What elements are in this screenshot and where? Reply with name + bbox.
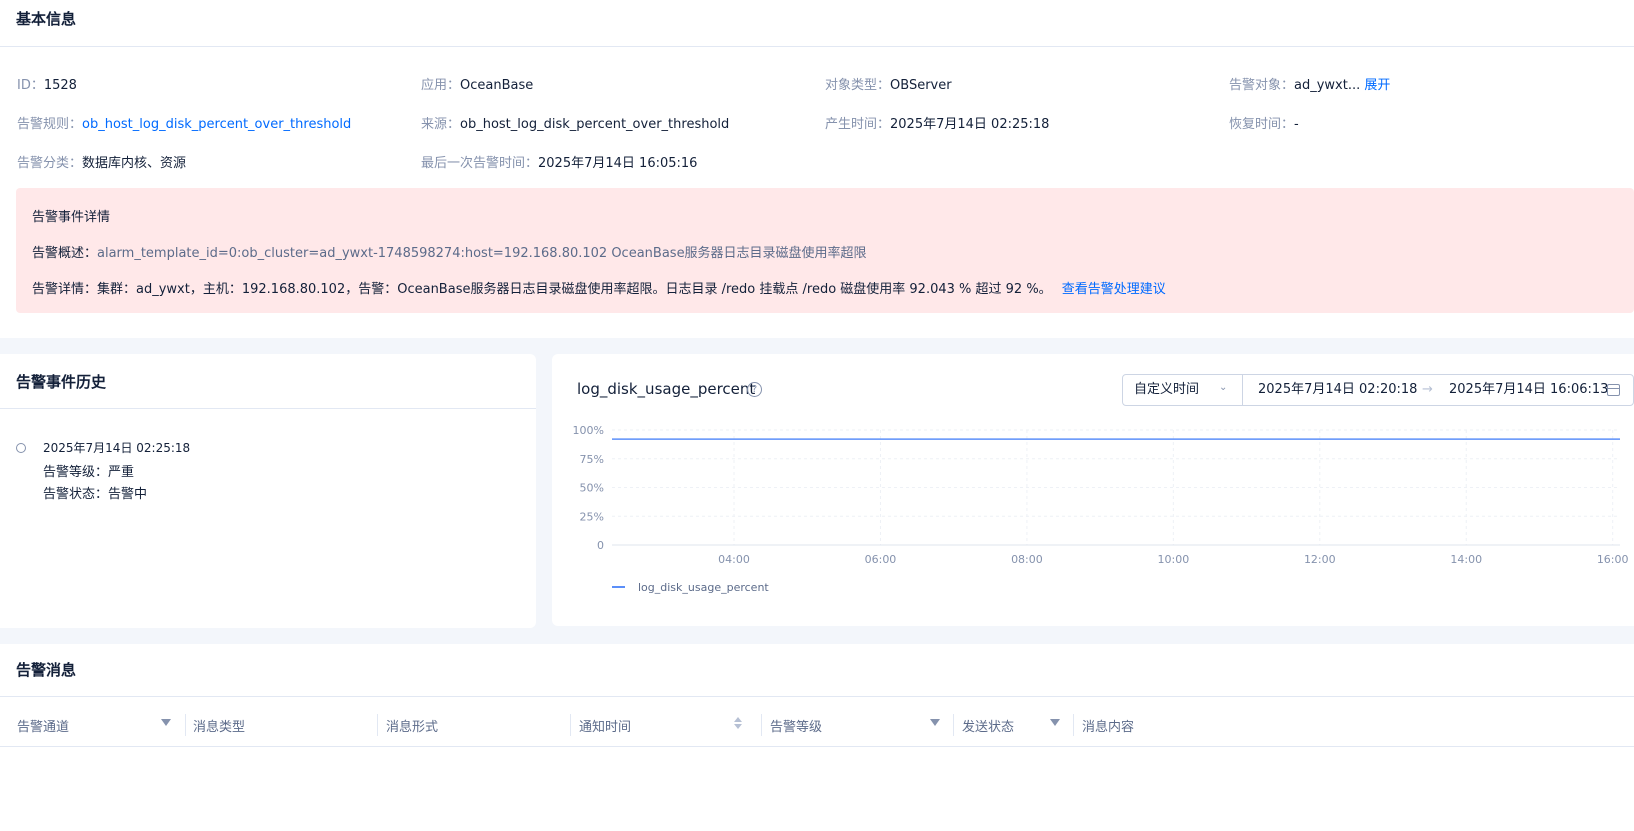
x-tick-label: 06:00 — [865, 553, 897, 566]
rule-label: 告警规则： — [17, 117, 83, 132]
col-alert-level: 告警等级 — [770, 720, 823, 735]
basic-info-title: 基本信息 — [16, 10, 77, 28]
divider — [0, 408, 536, 409]
level-label: 告警等级： — [43, 465, 109, 480]
app-value: OceanBase — [460, 78, 534, 93]
summary-value: alarm_template_id=0:ob_cluster=ad_ywxt-1… — [97, 246, 867, 261]
column-separator — [377, 714, 378, 736]
table-header-bottom — [0, 746, 1634, 747]
filter-icon[interactable] — [1050, 719, 1060, 726]
col-message-form: 消息形式 — [386, 720, 439, 735]
x-tick-label: 10:00 — [1158, 553, 1190, 566]
time-range-picker[interactable]: 自定义时间 ⌄ 2025年7月14日 02:20:18 → 2025年7月14日… — [1122, 374, 1634, 406]
filter-icon[interactable] — [930, 719, 940, 726]
time-range-select-label: 自定义时间 — [1134, 382, 1200, 397]
divider — [0, 696, 1634, 697]
col-notify-time: 通知时间 — [579, 720, 632, 735]
info-rule: 告警规则：ob_host_log_disk_percent_over_thres… — [17, 113, 351, 132]
legend-label: log_disk_usage_percent — [638, 581, 769, 594]
end-time-input[interactable]: 2025年7月14日 16:06:13 — [1449, 375, 1608, 405]
history-level: 告警等级：严重 — [43, 461, 134, 480]
filter-icon[interactable] — [161, 719, 171, 726]
col-message-content: 消息内容 — [1082, 720, 1135, 735]
info-recovered: 恢复时间：- — [1229, 113, 1299, 132]
x-tick-label: 04:00 — [718, 553, 750, 566]
app-label: 应用： — [421, 78, 461, 93]
category-label: 告警分类： — [17, 156, 83, 171]
event-detail-row: 告警详情：集群：ad_ywxt，主机：192.168.80.102，告警：Oce… — [32, 278, 1166, 297]
object-type-label: 对象类型： — [825, 78, 891, 93]
x-tick-label: 08:00 — [1011, 553, 1043, 566]
timeline-dot-icon — [16, 443, 26, 453]
category-value: 数据库内核、资源 — [82, 156, 187, 171]
summary-label: 告警概述： — [32, 246, 98, 261]
calendar-icon[interactable] — [1607, 384, 1620, 396]
object-type-value: OBServer — [890, 78, 952, 93]
question-circle-icon[interactable]: ? — [747, 382, 762, 397]
target-label: 告警对象： — [1229, 78, 1295, 93]
start-time-input[interactable]: 2025年7月14日 02:20:18 — [1258, 375, 1417, 405]
detail-label: 告警详情： — [32, 282, 98, 297]
detail-value: 集群：ad_ywxt，主机：192.168.80.102，告警：OceanBas… — [97, 282, 1052, 297]
col-channel: 告警通道 — [17, 720, 70, 735]
info-created: 产生时间：2025年7月14日 02:25:18 — [825, 113, 1049, 132]
metric-line-chart: 0 25% 50% 75% 100% 04:00 06:00 08:00 10:00 12:00 1… — [573, 424, 1629, 594]
info-source: 来源：ob_host_log_disk_percent_over_thresho… — [421, 113, 729, 132]
y-tick-label: 0 — [597, 539, 604, 552]
history-status: 告警状态：告警中 — [43, 483, 147, 502]
arrow-right-icon: → — [1422, 382, 1433, 397]
info-category: 告警分类：数据库内核、资源 — [17, 152, 186, 171]
sort-icon[interactable] — [734, 717, 742, 729]
column-separator — [185, 714, 186, 736]
metric-title: log_disk_usage_percent — [577, 380, 756, 398]
source-label: 来源： — [421, 117, 461, 132]
info-id: ID：1528 — [17, 74, 77, 93]
event-summary: 告警概述：alarm_template_id=0:ob_cluster=ad_y… — [32, 242, 867, 261]
info-object-type: 对象类型：OBServer — [825, 74, 952, 93]
divider — [0, 46, 1634, 47]
id-label: ID： — [17, 78, 44, 93]
event-detail-title: 告警事件详情 — [32, 210, 111, 225]
info-target: 告警对象：ad_ywxt... 展开 — [1229, 74, 1390, 93]
chevron-down-icon: ⌄ — [1219, 382, 1228, 393]
x-tick-label: 12:00 — [1304, 553, 1336, 566]
y-tick-label: 50% — [580, 482, 604, 495]
source-value: ob_host_log_disk_percent_over_threshold — [460, 117, 730, 132]
y-tick-label: 100% — [573, 424, 604, 437]
info-app: 应用：OceanBase — [421, 74, 533, 93]
messages-card — [0, 644, 1634, 831]
y-tick-label: 25% — [580, 510, 604, 523]
messages-title: 告警消息 — [16, 661, 77, 679]
recovered-value: - — [1294, 117, 1299, 132]
created-label: 产生时间： — [825, 117, 891, 132]
event-detail-box: 告警事件详情 告警概述：alarm_template_id=0:ob_clust… — [16, 188, 1634, 313]
col-message-type: 消息类型 — [193, 720, 246, 735]
last-alert-value: 2025年7月14日 16:05:16 — [538, 156, 698, 171]
status-value: 告警中 — [108, 487, 148, 502]
column-separator — [1073, 714, 1074, 736]
x-tick-label: 16:00 — [1597, 553, 1629, 566]
level-value: 严重 — [108, 465, 135, 480]
column-separator — [761, 714, 762, 736]
column-separator — [570, 714, 571, 736]
last-alert-label: 最后一次告警时间： — [421, 156, 539, 171]
rule-link[interactable]: ob_host_log_disk_percent_over_threshold — [82, 117, 351, 132]
info-last-alert: 最后一次告警时间：2025年7月14日 16:05:16 — [421, 152, 697, 171]
recovered-label: 恢复时间： — [1229, 117, 1295, 132]
history-title: 告警事件历史 — [16, 373, 107, 391]
y-tick-label: 75% — [580, 453, 604, 466]
history-time: 2025年7月14日 02:25:18 — [43, 441, 191, 455]
target-value: ad_ywxt... — [1294, 78, 1361, 93]
view-suggestion-link[interactable]: 查看告警处理建议 — [1062, 282, 1166, 297]
status-label: 告警状态： — [43, 487, 109, 502]
id-value: 1528 — [43, 78, 77, 93]
x-tick-label: 14:00 — [1450, 553, 1482, 566]
created-value: 2025年7月14日 02:25:18 — [890, 117, 1050, 132]
expand-link[interactable]: 展开 — [1364, 78, 1390, 93]
col-send-status: 发送状态 — [962, 720, 1015, 735]
column-separator — [953, 714, 954, 736]
